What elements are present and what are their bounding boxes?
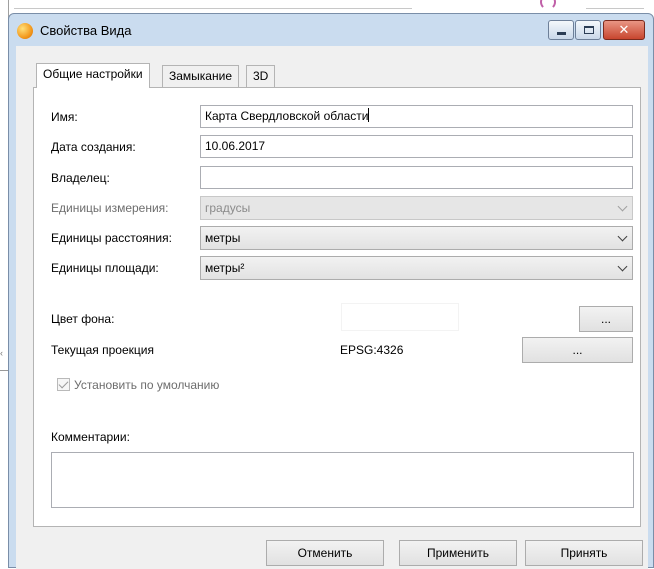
chevron-down-icon: [617, 261, 628, 272]
tab-3d[interactable]: 3D: [246, 65, 276, 87]
name-value: Карта Свердловской области: [205, 109, 369, 123]
projection-label: Текущая проекция: [51, 343, 154, 357]
window-title: Свойства Вида: [40, 23, 132, 38]
accept-button[interactable]: Принять: [525, 540, 643, 566]
dialog-client-area: Общие настройки Замыкание 3D Имя: Карта …: [16, 46, 648, 569]
minimize-icon: [557, 32, 566, 35]
text-caret: [368, 108, 370, 122]
maximize-button[interactable]: [575, 20, 601, 40]
background-color-label: Цвет фона:: [51, 312, 115, 326]
chevron-down-icon: [617, 231, 628, 242]
maximize-icon: [584, 26, 594, 34]
cancel-button[interactable]: Отменить: [266, 540, 384, 566]
title-bar[interactable]: Свойства Вида ✕: [9, 14, 653, 46]
close-button[interactable]: ✕: [603, 20, 645, 40]
owner-label: Владелец:: [51, 171, 110, 185]
background-color-swatch[interactable]: [341, 303, 459, 331]
apply-button[interactable]: Применить: [399, 540, 517, 566]
background-color-button[interactable]: ...: [579, 306, 633, 332]
app-icon: [17, 23, 33, 39]
comments-label: Комментарии:: [51, 430, 130, 444]
measure-units-value: градусы: [205, 201, 251, 215]
set-default-label: Установить по умолчанию: [74, 378, 220, 392]
creation-date-input[interactable]: 10.06.2017: [200, 135, 633, 158]
area-units-value: метры²: [205, 261, 245, 275]
projection-button[interactable]: ...: [522, 337, 633, 363]
area-units-label: Единицы площади:: [51, 261, 159, 275]
chevron-down-icon: [617, 201, 628, 212]
close-icon: ✕: [618, 22, 630, 37]
background-decoration-icon: [540, 0, 556, 10]
distance-units-value: метры: [205, 231, 241, 245]
measure-units-label: Единицы измерения:: [51, 201, 169, 215]
view-properties-dialog: Свойства Вида ✕ Общие настройки Замыкани…: [8, 13, 654, 569]
background-arrow-icon: ‹: [0, 348, 3, 358]
area-units-select[interactable]: метры²: [200, 256, 633, 280]
distance-units-label: Единицы расстояния:: [51, 231, 172, 245]
name-input[interactable]: Карта Свердловской области: [200, 105, 633, 128]
distance-units-select[interactable]: метры: [200, 226, 633, 250]
owner-input[interactable]: [200, 166, 633, 189]
name-label: Имя:: [51, 110, 78, 124]
creation-date-label: Дата создания:: [51, 140, 136, 154]
measure-units-select: градусы: [200, 196, 633, 220]
set-default-checkbox: [57, 378, 70, 391]
general-settings-panel: Имя: Карта Свердловской области Дата соз…: [33, 87, 641, 527]
minimize-button[interactable]: [548, 20, 574, 40]
tab-closure[interactable]: Замыкание: [162, 65, 239, 87]
projection-value: EPSG:4326: [340, 343, 404, 357]
comments-textarea[interactable]: [51, 452, 634, 508]
tab-general-settings[interactable]: Общие настройки: [36, 63, 150, 88]
